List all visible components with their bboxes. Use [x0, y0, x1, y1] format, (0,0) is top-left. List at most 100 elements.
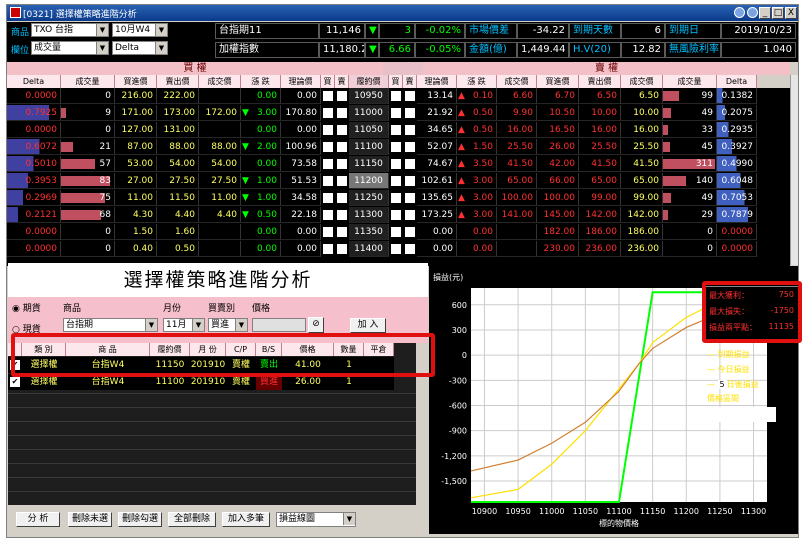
buy-sell-checkbox[interactable]: [391, 244, 401, 254]
analyze-button[interactable]: 分 析: [16, 512, 60, 527]
buy-sell-checkbox[interactable]: [323, 108, 333, 118]
chain-cell-cask: 88.00: [157, 139, 199, 155]
add-button[interactable]: 加 入: [350, 318, 386, 333]
strategy-product-select[interactable]: 台指期 ▼: [63, 318, 158, 332]
chain-cell-cbid: 216.00: [115, 88, 157, 104]
chain-cell-plast: [497, 241, 537, 257]
chevron-down-icon: ▼: [155, 42, 167, 54]
legend-later-label: 日後損益: [726, 380, 759, 389]
buy-sell-checkbox[interactable]: [337, 159, 347, 169]
up-arrow-icon: ▲: [458, 159, 465, 169]
chain-value: 0.00: [296, 227, 317, 237]
chart-type-select[interactable]: 損益線圖 ▼: [276, 512, 356, 527]
delete-checked-button[interactable]: 刪除勾選: [118, 512, 162, 527]
buy-sell-checkbox[interactable]: [391, 193, 401, 203]
chain-value: 0.6072: [25, 142, 58, 152]
up-arrow-icon: ▲: [458, 193, 465, 203]
buy-sell-checkbox[interactable]: [391, 142, 401, 152]
buy-sell-checkbox[interactable]: [323, 176, 333, 186]
volume-bar: [663, 91, 680, 101]
chain-cell-pth: 0.00: [417, 241, 457, 257]
buy-sell-checkbox[interactable]: [405, 244, 415, 254]
buy-sell-checkbox[interactable]: [405, 210, 415, 220]
chain-value: 127.00: [121, 125, 154, 135]
chain-value: 1.50: [472, 142, 493, 152]
legend-days-input[interactable]: 5: [717, 380, 727, 389]
help-icon[interactable]: [747, 7, 758, 18]
buy-sell-checkbox[interactable]: [323, 227, 333, 237]
buy-sell-checkbox[interactable]: [405, 159, 415, 169]
buy-sell-checkbox[interactable]: [405, 227, 415, 237]
buy-sell-checkbox[interactable]: [405, 176, 415, 186]
chain-value: 53.00: [127, 159, 153, 169]
chain-cell-cv: 0: [61, 224, 115, 240]
buy-sell-checkbox[interactable]: [323, 125, 333, 135]
chain-value: 66.00: [549, 176, 575, 186]
buy-sell-checkbox[interactable]: [337, 227, 347, 237]
range-min-input[interactable]: [707, 407, 735, 422]
buy-sell-checkbox[interactable]: [323, 159, 333, 169]
chain-value: 173.25: [421, 210, 454, 220]
close-button[interactable]: X: [785, 7, 797, 19]
delete-unchecked-button[interactable]: 刪除未選: [68, 512, 112, 527]
chain-cell-pth: 52.07: [417, 139, 457, 155]
buy-sell-checkbox[interactable]: [391, 159, 401, 169]
buy-sell-checkbox[interactable]: [405, 91, 415, 101]
chain-value: 25.50: [591, 142, 617, 152]
range-max-input[interactable]: [748, 407, 776, 422]
buy-sell-checkbox[interactable]: [405, 142, 415, 152]
legs-empty-line: [8, 449, 428, 450]
minimize-button[interactable]: _: [759, 7, 771, 19]
buy-sell-checkbox[interactable]: [323, 91, 333, 101]
row-checkbox[interactable]: ✔: [10, 377, 20, 387]
buy-sell-checkbox[interactable]: [337, 210, 347, 220]
buy-sell-checkbox[interactable]: [323, 244, 333, 254]
buy-sell-checkbox[interactable]: [337, 244, 347, 254]
link-icon[interactable]: [734, 7, 745, 18]
buy-sell-checkbox[interactable]: [391, 125, 401, 135]
buy-sell-checkbox[interactable]: [405, 193, 415, 203]
month-value: 10月W4: [115, 25, 151, 35]
metric-label: 無風險利率: [665, 42, 721, 58]
buy-sell-checkbox[interactable]: [337, 91, 347, 101]
field2-select[interactable]: Delta ▼: [112, 41, 168, 55]
buy-sell-checkbox[interactable]: [323, 142, 333, 152]
buy-sell-checkbox[interactable]: [405, 125, 415, 135]
buy-sell-checkbox[interactable]: [391, 176, 401, 186]
strategy-side-select[interactable]: 買進 ▼: [208, 318, 248, 332]
radio-futures[interactable]: ◉ 期貨: [12, 301, 41, 314]
buy-sell-checkbox[interactable]: [405, 108, 415, 118]
chain-cell-cth: 0.00: [281, 122, 321, 138]
product-select[interactable]: TXO 台指 ▼: [31, 23, 109, 37]
legs-empty-line: [8, 393, 428, 394]
chain-cell-pv: 140: [663, 173, 717, 189]
metric-label: H.V(20): [569, 42, 621, 58]
buy-sell-checkbox[interactable]: [337, 193, 347, 203]
add-multiple-button[interactable]: 加入多筆: [222, 512, 270, 527]
month-select[interactable]: 10月W4 ▼: [112, 23, 168, 37]
chain-value: 100.00: [543, 193, 576, 203]
chain-cell-cbid: 4.30: [115, 207, 157, 223]
buy-sell-checkbox[interactable]: [391, 108, 401, 118]
buy-sell-checkbox[interactable]: [323, 210, 333, 220]
maximize-button[interactable]: □: [772, 7, 784, 19]
strategy-month-select[interactable]: 11月 ▼: [163, 318, 205, 332]
delete-all-button[interactable]: 全部刪除: [168, 512, 216, 527]
buy-sell-checkbox[interactable]: [337, 176, 347, 186]
down-arrow-icon: ▼: [242, 176, 249, 186]
chain-cell-pbid: 230.00: [537, 241, 579, 257]
chain-cell-pth: 21.92: [417, 105, 457, 121]
x-tick-label: 11000: [539, 507, 564, 516]
chain-scrollbar[interactable]: [790, 75, 798, 265]
buy-sell-checkbox[interactable]: [337, 108, 347, 118]
calculator-icon[interactable]: ⊘: [308, 317, 324, 333]
buy-sell-checkbox[interactable]: [323, 193, 333, 203]
strategy-price-input[interactable]: [252, 318, 306, 332]
buy-sell-checkbox[interactable]: [337, 125, 347, 135]
buy-sell-checkbox[interactable]: [391, 91, 401, 101]
chain-value: 25.50: [633, 142, 659, 152]
buy-sell-checkbox[interactable]: [391, 210, 401, 220]
field1-select[interactable]: 成交量 ▼: [31, 41, 109, 55]
buy-sell-checkbox[interactable]: [337, 142, 347, 152]
buy-sell-checkbox[interactable]: [391, 227, 401, 237]
